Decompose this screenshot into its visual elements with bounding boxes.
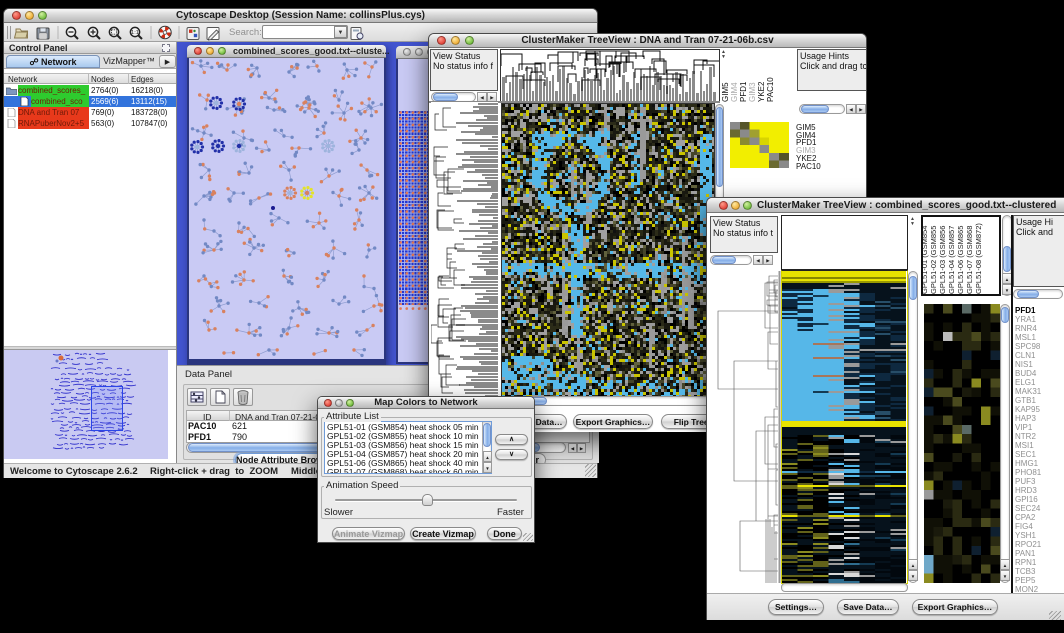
svg-text:1:1: 1:1 — [131, 30, 139, 36]
